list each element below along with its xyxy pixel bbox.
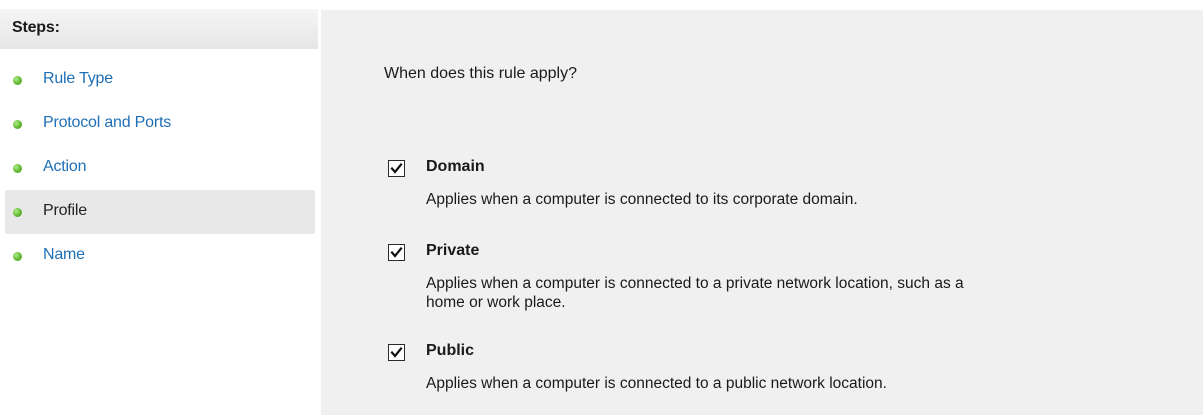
private-checkbox[interactable] bbox=[388, 244, 405, 261]
steps-header: Steps: bbox=[0, 9, 318, 49]
step-label[interactable]: Rule Type bbox=[43, 70, 113, 88]
green-dot-icon bbox=[13, 120, 22, 129]
public-label[interactable]: Public bbox=[426, 342, 474, 360]
profile-panel: When does this rule apply? Domain Applie… bbox=[321, 10, 1203, 415]
checkmark-icon bbox=[390, 246, 403, 258]
steps-title: Steps: bbox=[12, 19, 60, 36]
step-label[interactable]: Name bbox=[43, 246, 85, 264]
step-item-protocol-and-ports[interactable]: Protocol and Ports bbox=[5, 102, 315, 146]
step-label: Profile bbox=[43, 202, 87, 219]
step-item-profile[interactable]: Profile bbox=[5, 190, 315, 234]
step-item-action[interactable]: Action bbox=[5, 146, 315, 190]
private-description: Applies when a computer is connected to … bbox=[426, 275, 964, 311]
page-question: When does this rule apply? bbox=[384, 65, 577, 82]
green-dot-icon bbox=[13, 164, 22, 173]
private-label[interactable]: Private bbox=[426, 242, 479, 260]
step-label[interactable]: Action bbox=[43, 158, 86, 176]
domain-description: Applies when a computer is connected to … bbox=[426, 191, 858, 208]
checkmark-icon bbox=[390, 162, 403, 174]
green-dot-icon bbox=[13, 208, 22, 217]
steps-sidebar: Steps: Rule Type Protocol and Ports Acti… bbox=[0, 0, 318, 415]
green-dot-icon bbox=[13, 76, 22, 85]
wizard-window: Steps: Rule Type Protocol and Ports Acti… bbox=[0, 0, 1203, 415]
green-dot-icon bbox=[13, 252, 22, 261]
step-label[interactable]: Protocol and Ports bbox=[43, 114, 171, 132]
checkmark-icon bbox=[390, 346, 403, 358]
step-item-rule-type[interactable]: Rule Type bbox=[5, 58, 315, 102]
public-checkbox[interactable] bbox=[388, 344, 405, 361]
domain-checkbox[interactable] bbox=[388, 160, 405, 177]
domain-label[interactable]: Domain bbox=[426, 158, 485, 176]
step-item-name[interactable]: Name bbox=[5, 234, 315, 278]
public-description: Applies when a computer is connected to … bbox=[426, 375, 887, 392]
